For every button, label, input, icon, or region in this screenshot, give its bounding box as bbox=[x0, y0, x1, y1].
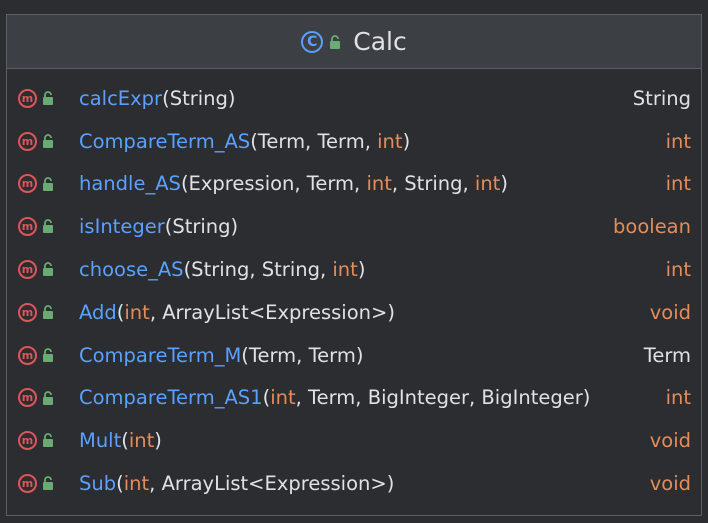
class-node-calc[interactable]: C Calc m calcExpr(String) String m CompareTe… bbox=[6, 14, 702, 516]
return-type: int bbox=[665, 386, 691, 410]
method-name: CompareTerm_M bbox=[79, 343, 242, 367]
method-name: calcExpr bbox=[79, 86, 163, 110]
param-keyword: int bbox=[377, 129, 403, 153]
param-text: , Term, BigInteger, BigInteger) bbox=[295, 386, 591, 410]
param-keyword: int bbox=[474, 172, 501, 196]
return-type: void bbox=[649, 429, 691, 453]
param-text: ) bbox=[154, 429, 162, 453]
method-icon: m bbox=[18, 345, 37, 365]
method-icon: m bbox=[18, 474, 37, 494]
method-signature: CompareTerm_AS1(int, Term, BigInteger, B… bbox=[79, 386, 590, 409]
method-signature: calcExpr(String) bbox=[79, 87, 236, 110]
param-text: (String) bbox=[164, 215, 239, 239]
public-lock-icon bbox=[42, 433, 54, 448]
public-lock-icon bbox=[42, 305, 54, 319]
method-name: Add bbox=[79, 300, 117, 324]
param-text: ) bbox=[357, 258, 366, 282]
return-type: int bbox=[665, 172, 691, 196]
method-icon: m bbox=[18, 174, 37, 194]
public-lock-icon bbox=[42, 219, 54, 234]
method-icon: m bbox=[18, 131, 37, 151]
param-text: (String, String, bbox=[183, 258, 333, 282]
method-row[interactable]: m Add(int, ArrayList<Expression>) void bbox=[7, 291, 701, 334]
return-type: String bbox=[632, 86, 691, 110]
public-lock-icon bbox=[42, 91, 54, 105]
public-lock-icon bbox=[329, 34, 341, 49]
param-text: ( bbox=[162, 86, 170, 110]
method-signature: handle_AS(Expression, Term, int, String,… bbox=[79, 172, 508, 195]
method-name: isInteger bbox=[79, 215, 165, 239]
param-text: ) bbox=[227, 86, 236, 110]
method-signature: Sub(int, ArrayList<Expression>) bbox=[79, 472, 394, 495]
class-name: Calc bbox=[353, 27, 407, 56]
param-text: , ArrayList<Expression>) bbox=[149, 472, 395, 496]
method-name: CompareTerm_AS bbox=[79, 129, 251, 153]
method-signature: Add(int, ArrayList<Expression>) bbox=[79, 301, 395, 324]
method-name: choose_AS bbox=[79, 258, 184, 282]
method-signature: isInteger(String) bbox=[79, 215, 238, 238]
method-row[interactable]: m handle_AS(Expression, Term, int, String… bbox=[7, 163, 701, 206]
public-lock-icon bbox=[42, 476, 54, 491]
method-name: handle_AS bbox=[79, 172, 181, 196]
method-icon: m bbox=[18, 388, 37, 408]
param-keyword: int bbox=[124, 300, 150, 324]
return-type: int bbox=[665, 258, 691, 282]
method-icon: m bbox=[18, 431, 37, 451]
method-name: Sub bbox=[79, 472, 117, 496]
param-keyword: int bbox=[332, 258, 358, 282]
param-text: (Term, Term, bbox=[250, 129, 378, 153]
param-text: String bbox=[169, 86, 228, 110]
param-keyword: int bbox=[366, 172, 392, 196]
param-text: (Term, Term) bbox=[241, 343, 364, 367]
param-keyword: int bbox=[123, 472, 150, 496]
method-signature: CompareTerm_M(Term, Term) bbox=[79, 344, 363, 367]
method-row[interactable]: m choose_AS(String, String, int) int bbox=[7, 248, 701, 291]
method-list: m calcExpr(String) String m CompareTerm_AS(T… bbox=[7, 77, 701, 505]
method-name: Mult bbox=[79, 429, 122, 453]
public-lock-icon bbox=[42, 347, 54, 362]
param-text: , String, bbox=[391, 172, 475, 196]
param-text: ) bbox=[402, 129, 411, 153]
return-type: void bbox=[649, 300, 691, 324]
method-signature: CompareTerm_AS(Term, Term, int) bbox=[79, 130, 410, 153]
method-row[interactable]: m Sub(int, ArrayList<Expression>) void bbox=[7, 462, 701, 505]
param-text: ) bbox=[500, 172, 508, 196]
method-signature: Mult(int) bbox=[79, 429, 162, 452]
class-icon: C bbox=[301, 30, 324, 53]
return-type: int bbox=[665, 129, 691, 153]
return-type: void bbox=[649, 472, 691, 496]
public-lock-icon bbox=[42, 176, 54, 191]
method-row[interactable]: m CompareTerm_AS(Term, Term, int) int bbox=[7, 120, 701, 163]
return-type: Term bbox=[643, 343, 691, 367]
method-icon: m bbox=[18, 88, 37, 108]
method-signature: choose_AS(String, String, int) bbox=[79, 258, 365, 281]
param-text: ( bbox=[121, 429, 129, 453]
class-header[interactable]: C Calc bbox=[7, 15, 701, 69]
method-row[interactable]: m Mult(int) void bbox=[7, 419, 701, 462]
param-keyword: int bbox=[128, 429, 155, 453]
param-text: , ArrayList<Expression>) bbox=[149, 300, 395, 324]
public-lock-icon bbox=[42, 133, 54, 148]
method-icon: m bbox=[18, 260, 37, 280]
public-lock-icon bbox=[42, 390, 54, 405]
method-icon: m bbox=[18, 217, 37, 237]
diagram-frame: C Calc m calcExpr(String) String m CompareTe… bbox=[0, 0, 708, 523]
param-text: ( bbox=[116, 472, 124, 496]
method-icon: m bbox=[18, 302, 37, 322]
method-row[interactable]: m calcExpr(String) String bbox=[7, 77, 701, 120]
method-row[interactable]: m CompareTerm_M(Term, Term) Term bbox=[7, 334, 701, 377]
method-row[interactable]: m CompareTerm_AS1(int, Term, BigInteger, … bbox=[7, 377, 701, 420]
method-row[interactable]: m isInteger(String) boolean bbox=[7, 205, 701, 248]
method-name: CompareTerm_AS1 bbox=[79, 386, 263, 410]
public-lock-icon bbox=[42, 262, 54, 277]
param-keyword: int bbox=[270, 386, 296, 410]
param-text: (Expression, Term, bbox=[180, 172, 367, 196]
return-type: boolean bbox=[613, 215, 691, 239]
